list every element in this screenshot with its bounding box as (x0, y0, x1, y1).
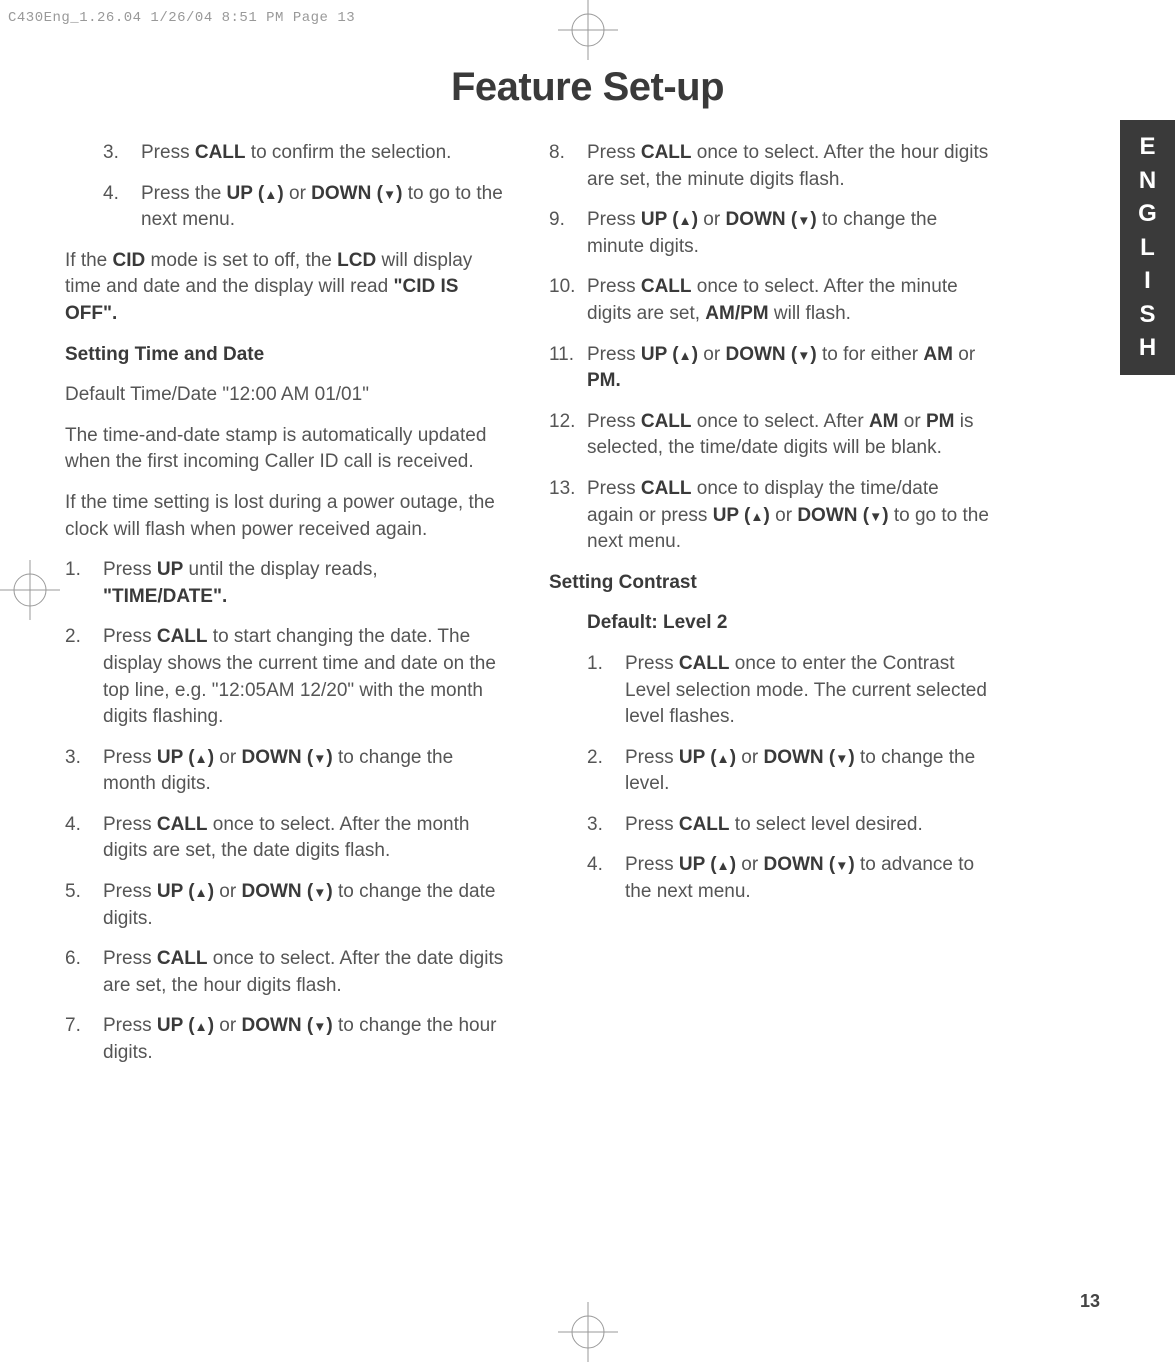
left-column: 3.Press CALL to confirm the selection. 4… (65, 140, 505, 1081)
arrow-up-icon (750, 505, 763, 526)
arrow-down-icon (835, 747, 848, 768)
contrast-step-4: 4.Press UP () or DOWN () to advance to t… (587, 852, 989, 905)
registration-mark-icon (558, 0, 618, 60)
arrow-down-icon (835, 854, 848, 875)
arrow-up-icon (195, 1015, 208, 1036)
arrow-down-icon (313, 881, 326, 902)
arrow-up-icon (195, 881, 208, 902)
time-step-5: 5.Press UP () or DOWN () to change the d… (65, 879, 505, 932)
time-step-12: 12.Press CALL once to select. After AM o… (549, 409, 989, 462)
page-content: Feature Set-up 3.Press CALL to confirm t… (65, 65, 1110, 1322)
contrast-step-1: 1.Press CALL once to enter the Contrast … (587, 651, 989, 731)
time-step-2: 2.Press CALL to start changing the date.… (65, 624, 505, 730)
contrast-step-2: 2.Press UP () or DOWN () to change the l… (587, 745, 989, 798)
setting-contrast-heading: Setting Contrast (549, 570, 989, 597)
arrow-down-icon (383, 183, 396, 204)
arrow-up-icon (717, 854, 730, 875)
time-step-11: 11.Press UP () or DOWN () to for either … (549, 342, 989, 395)
step-4: 4.Press the UP () or DOWN () to go to th… (103, 181, 505, 234)
time-step-10: 10.Press CALL once to select. After the … (549, 274, 989, 327)
page-title: Feature Set-up (65, 65, 1110, 110)
contrast-step-3: 3.Press CALL to select level desired. (587, 812, 989, 839)
time-step-9: 9.Press UP () or DOWN () to change the m… (549, 207, 989, 260)
setting-time-heading: Setting Time and Date (65, 342, 505, 369)
arrow-up-icon (195, 747, 208, 768)
time-step-4: 4.Press CALL once to select. After the m… (65, 812, 505, 865)
arrow-up-icon (679, 344, 692, 365)
arrow-down-icon (797, 344, 810, 365)
cid-off-paragraph: If the CID mode is set to off, the LCD w… (65, 248, 505, 328)
arrow-up-icon (679, 209, 692, 230)
print-header: C430Eng_1.26.04 1/26/04 8:51 PM Page 13 (8, 10, 355, 26)
arrow-down-icon (313, 1015, 326, 1036)
time-step-3: 3.Press UP () or DOWN () to change the m… (65, 745, 505, 798)
power-outage-paragraph: If the time setting is lost during a pow… (65, 490, 505, 543)
default-level-heading: Default: Level 2 (549, 610, 989, 637)
time-step-7: 7.Press UP () or DOWN () to change the h… (65, 1013, 505, 1066)
time-stamp-paragraph: The time-and-date stamp is automatically… (65, 423, 505, 476)
arrow-up-icon (717, 747, 730, 768)
page-number: 13 (1080, 1291, 1100, 1312)
right-column: 8.Press CALL once to select. After the h… (549, 140, 989, 1081)
time-step-6: 6.Press CALL once to select. After the d… (65, 946, 505, 999)
time-step-13: 13.Press CALL once to display the time/d… (549, 476, 989, 556)
arrow-down-icon (797, 209, 810, 230)
language-tab: ENGLISH (1120, 120, 1175, 375)
arrow-up-icon (264, 183, 277, 204)
default-time-text: Default Time/Date "12:00 AM 01/01" (65, 382, 505, 409)
time-step-1: 1.Press UP until the display reads, "TIM… (65, 557, 505, 610)
step-3: 3.Press CALL to confirm the selection. (103, 140, 505, 167)
arrow-down-icon (869, 505, 882, 526)
time-step-8: 8.Press CALL once to select. After the h… (549, 140, 989, 193)
registration-mark-icon (0, 560, 60, 620)
arrow-down-icon (313, 747, 326, 768)
